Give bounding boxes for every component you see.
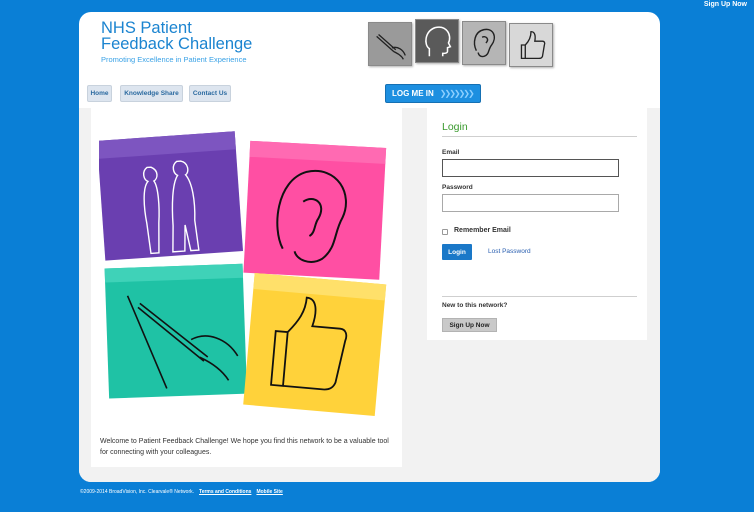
remember-email-checkbox[interactable]	[442, 229, 448, 235]
welcome-text: Welcome to Patient Feedback Challenge! W…	[100, 438, 389, 456]
site-title-line1: NHS Patient	[101, 19, 192, 37]
nav-contact-us[interactable]: Contact Us	[189, 85, 231, 102]
nav-home[interactable]: Home	[87, 85, 112, 102]
ear-icon	[462, 21, 506, 65]
footer-terms-link[interactable]: Terms and Conditions	[199, 489, 251, 495]
thumbs-up-icon	[509, 23, 553, 67]
top-signup-link[interactable]: Sign Up Now	[704, 1, 747, 8]
footer: ©2009-2014 BroadVision, Inc. Clearvale® …	[80, 489, 283, 495]
site-tagline: Promoting Excellence in Patient Experien…	[101, 55, 247, 64]
login-heading: Login	[442, 121, 468, 133]
header-tiles	[368, 18, 558, 70]
divider	[442, 296, 637, 297]
welcome-panel: Welcome to Patient Feedback Challenge! W…	[91, 108, 402, 467]
lost-password-link[interactable]: Lost Password	[488, 248, 531, 255]
writing-hand-icon	[368, 22, 412, 66]
footer-copyright: ©2009-2014 BroadVision, Inc. Clearvale® …	[80, 489, 195, 495]
chevrons-icon: ❯❯❯❯❯❯❯	[439, 89, 475, 98]
divider	[442, 136, 637, 137]
nav-knowledge-share[interactable]: Knowledge Share	[120, 85, 183, 102]
password-field[interactable]	[442, 194, 619, 212]
log-me-in-button[interactable]: LOG ME IN ❯❯❯❯❯❯❯	[385, 84, 481, 103]
login-panel: Login Email Password Remember Email Logi…	[427, 108, 647, 340]
signup-button[interactable]: Sign Up Now	[442, 318, 497, 332]
people-silhouettes-icon	[99, 131, 244, 261]
remember-email-label[interactable]: Remember Email	[454, 227, 511, 234]
main-content: Welcome to Patient Feedback Challenge! W…	[79, 108, 660, 482]
nav-bar: Home Knowledge Share Contact Us LOG ME I…	[79, 82, 660, 108]
footer-mobile-link[interactable]: Mobile Site	[256, 489, 282, 495]
email-field[interactable]	[442, 159, 619, 177]
new-network-prompt: New to this network?	[442, 302, 508, 309]
password-label: Password	[442, 184, 473, 191]
ear-icon	[243, 140, 387, 280]
header: NHS Patient Feedback Challenge Promoting…	[79, 12, 660, 82]
head-silhouette-icon	[415, 19, 459, 63]
thumbs-up-icon	[243, 273, 387, 417]
email-label: Email	[442, 149, 460, 156]
site-title[interactable]: NHS Patient Feedback Challenge	[101, 19, 253, 53]
site-title-line2: Feedback Challenge	[101, 35, 253, 53]
login-button[interactable]: Login	[442, 244, 472, 260]
page-container: NHS Patient Feedback Challenge Promoting…	[79, 12, 660, 482]
sticky-notes-collage	[99, 131, 387, 417]
log-me-in-label: LOG ME IN	[392, 89, 434, 98]
writing-hand-icon	[104, 263, 248, 399]
